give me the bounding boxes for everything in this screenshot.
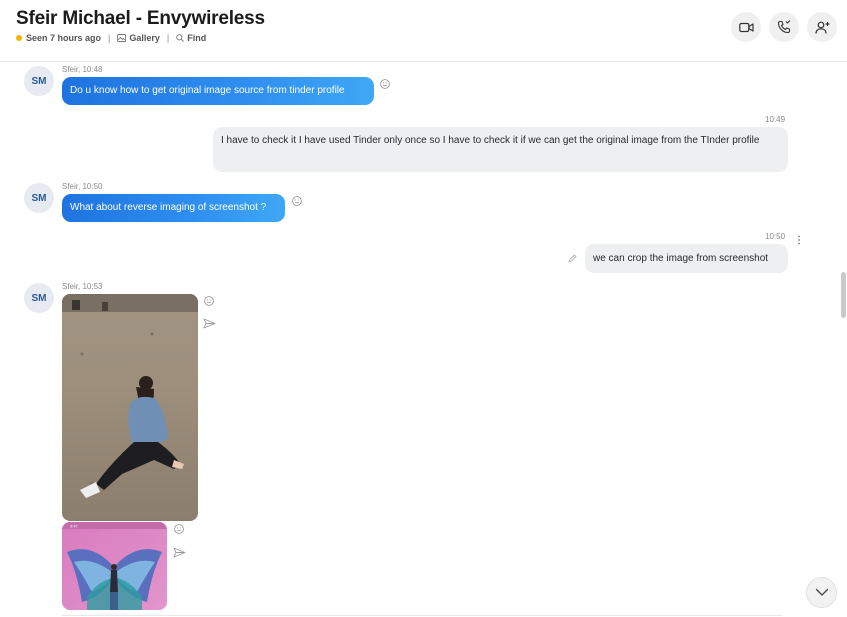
- avatar[interactable]: SM: [24, 183, 54, 213]
- find-link[interactable]: Find: [176, 33, 206, 43]
- more-dots-icon[interactable]: [797, 235, 801, 245]
- forward-icon[interactable]: [203, 318, 216, 329]
- add-participant-button[interactable]: [807, 12, 837, 42]
- message-meta: Sfeir, 10:48: [62, 65, 103, 74]
- search-icon: [176, 34, 185, 42]
- forward-icon[interactable]: [173, 547, 186, 558]
- message-time: 10:50: [765, 232, 786, 241]
- gallery-icon: [117, 34, 127, 42]
- audio-call-icon: [777, 20, 791, 34]
- avatar[interactable]: SM: [24, 283, 54, 313]
- message-meta: Sfeir, 10:50: [62, 182, 103, 191]
- separator: |: [166, 33, 170, 43]
- message-time: 10:49: [765, 115, 786, 124]
- chevron-down-icon: [815, 588, 828, 596]
- screenshot-wings-image: 9:47: [62, 522, 167, 610]
- audio-call-button[interactable]: [769, 12, 799, 42]
- video-call-icon: [738, 22, 754, 32]
- smiley-icon[interactable]: [204, 296, 214, 306]
- conversation-header: Sfeir Michael - Envywireless Seen 7 hour…: [0, 0, 847, 62]
- message-meta: Sfeir, 10:53: [62, 282, 103, 291]
- presence-dot: [16, 35, 22, 41]
- conversation-title[interactable]: Sfeir Michael - Envywireless: [16, 8, 265, 30]
- separator: |: [108, 33, 111, 43]
- smiley-icon[interactable]: [380, 79, 390, 89]
- video-call-button[interactable]: [731, 12, 761, 42]
- last-seen-text: Seen 7 hours ago: [26, 33, 102, 43]
- find-label: Find: [187, 33, 207, 43]
- add-person-icon: [814, 21, 829, 34]
- incoming-message[interactable]: Do u know how to get original image sour…: [62, 77, 374, 105]
- pencil-icon[interactable]: [567, 253, 578, 264]
- shared-photo-beach[interactable]: [62, 294, 198, 521]
- phone-status-time: 9:47: [70, 524, 79, 529]
- incoming-message[interactable]: What about reverse imaging of screenshot…: [62, 194, 285, 222]
- gallery-link[interactable]: Gallery: [117, 33, 160, 43]
- shared-screenshot-wings[interactable]: 9:47: [62, 522, 167, 610]
- smiley-icon[interactable]: [174, 524, 184, 534]
- outgoing-message[interactable]: I have to check it I have used Tinder on…: [213, 127, 788, 172]
- gallery-label: Gallery: [129, 33, 160, 43]
- scrollbar-thumb[interactable]: [841, 272, 846, 318]
- outgoing-message[interactable]: we can crop the image from screenshot: [585, 244, 788, 273]
- conversation-subline: Seen 7 hours ago | Gallery | Find: [16, 33, 206, 43]
- avatar[interactable]: SM: [24, 66, 54, 96]
- smiley-icon[interactable]: [292, 196, 302, 206]
- photo-beach-image: [62, 294, 198, 521]
- scroll-to-bottom-button[interactable]: [806, 577, 837, 608]
- divider: [62, 615, 782, 616]
